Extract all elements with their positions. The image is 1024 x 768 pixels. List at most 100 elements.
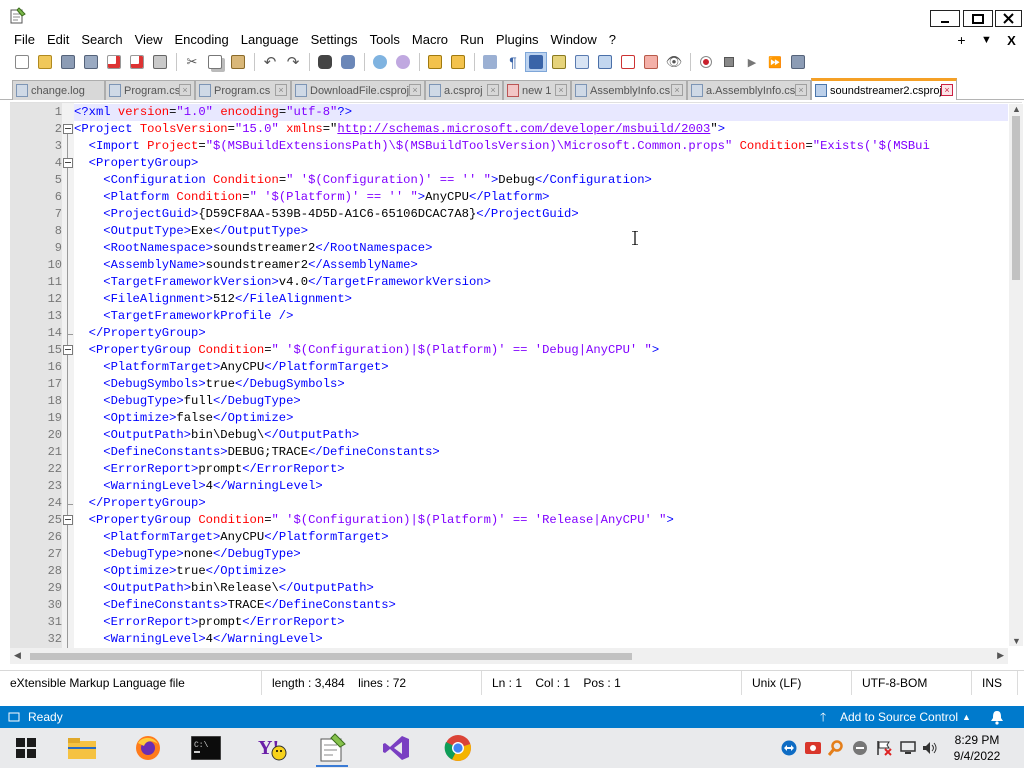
scroll-left-icon[interactable]: ◀	[14, 650, 21, 661]
copy-button[interactable]	[204, 52, 226, 72]
new-file-button[interactable]	[11, 52, 33, 72]
menu-edit[interactable]: Edit	[41, 30, 75, 50]
teamviewer-tray-icon[interactable]	[781, 740, 797, 756]
code-line[interactable]: <DebugSymbols>true</DebugSymbols>	[74, 376, 1008, 393]
notepad-plus-plus-taskbar-button[interactable]	[316, 732, 348, 767]
code-line[interactable]: <TargetFrameworkProfile />	[74, 308, 1008, 325]
code-line[interactable]: <TargetFrameworkVersion>v4.0</TargetFram…	[74, 274, 1008, 291]
zoom-in-button[interactable]	[369, 52, 391, 72]
fold-toggle-icon[interactable]	[63, 345, 73, 355]
open-file-button[interactable]	[34, 52, 56, 72]
status-position[interactable]: Ln : 1 Col : 1 Pos : 1	[482, 671, 742, 695]
tab-a-assemblyinfo-cs[interactable]: a.AssemblyInfo.cs ×	[687, 80, 811, 100]
tab-close-icon[interactable]: ×	[671, 84, 683, 96]
code-line[interactable]: <DebugType>full</DebugType>	[74, 393, 1008, 410]
save-macro-button[interactable]	[787, 52, 809, 72]
visual-studio-taskbar-button[interactable]	[380, 732, 412, 764]
word-wrap-button[interactable]	[479, 52, 501, 72]
volume-tray-icon[interactable]	[922, 740, 938, 756]
folder-as-workspace-button[interactable]	[640, 52, 662, 72]
code-line[interactable]: <DebugType>none</DebugType>	[74, 546, 1008, 563]
menu-encoding[interactable]: Encoding	[169, 30, 235, 50]
flag-tray-icon[interactable]	[876, 740, 892, 756]
windows-start-button[interactable]	[10, 732, 42, 764]
code-line[interactable]: <AssemblyName>soundstreamer2</AssemblyNa…	[74, 257, 1008, 274]
taskbar-clock[interactable]: 8:29 PM 9/4/2022	[944, 732, 1010, 764]
menu-language[interactable]: Language	[235, 30, 305, 50]
menu-file[interactable]: File	[0, 30, 41, 50]
code-line[interactable]: <PlatformTarget>AnyCPU</PlatformTarget>	[74, 529, 1008, 546]
status-encoding[interactable]: UTF-8-BOM	[852, 671, 972, 695]
code-line[interactable]: <Optimize>true</Optimize>	[74, 563, 1008, 580]
vertical-scrollbar[interactable]: ▲ ▼	[1009, 104, 1023, 646]
fold-toggle-icon[interactable]	[63, 158, 73, 168]
code-line[interactable]: </PropertyGroup>	[74, 495, 1008, 512]
code-editor[interactable]: 1 2 3 4 5 6 7 8 9 10 11 12 13 14 15 16 17 18 19 20 21 22 23 24 2…	[10, 102, 1022, 648]
network-tray-icon[interactable]	[900, 740, 916, 756]
code-line[interactable]: </PropertyGroup>	[74, 325, 1008, 342]
status-tray-icon[interactable]	[852, 740, 868, 756]
code-line[interactable]: <?xml version="1.0" encoding="utf-8"?>	[74, 104, 1008, 121]
code-area[interactable]: <?xml version="1.0" encoding="utf-8"?> <P…	[74, 103, 1008, 648]
vertical-scroll-thumb[interactable]	[1012, 116, 1020, 280]
tab-close-icon[interactable]: ×	[795, 84, 807, 96]
sync-vertical-button[interactable]	[424, 52, 446, 72]
monitoring-button[interactable]: 👁	[663, 52, 685, 72]
tab-downloadfile-csproj[interactable]: DownloadFile.csproj ×	[291, 80, 425, 100]
save-button[interactable]	[57, 52, 79, 72]
redo-button[interactable]: ↷	[282, 52, 304, 72]
search-tray-icon[interactable]	[828, 740, 844, 756]
tab-program-cs-2[interactable]: Program.cs ×	[195, 80, 291, 100]
minimize-button[interactable]	[930, 10, 960, 27]
yahoo-messenger-taskbar-button[interactable]: Y!	[256, 732, 288, 764]
code-line[interactable]: <Platform Condition=" '$(Platform)' == '…	[74, 189, 1008, 206]
play-macro-button[interactable]: ▶	[741, 52, 763, 72]
menu-macro[interactable]: Macro	[406, 30, 454, 50]
code-line[interactable]: <Optimize>false</Optimize>	[74, 410, 1008, 427]
tab-assemblyinfo-cs[interactable]: AssemblyInfo.cs ×	[571, 80, 687, 100]
tab-a-csproj[interactable]: a.csproj ×	[425, 80, 503, 100]
tab-new-1[interactable]: new 1 ×	[503, 80, 571, 100]
code-line[interactable]: <OutputPath>bin\Release\</OutputPath>	[74, 580, 1008, 597]
menu-search[interactable]: Search	[75, 30, 128, 50]
show-all-characters-button[interactable]: ¶	[502, 52, 524, 72]
status-eol[interactable]: Unix (LF)	[742, 671, 852, 695]
tab-program-cs[interactable]: Program.cs ×	[105, 80, 195, 100]
maximize-button[interactable]	[963, 10, 993, 27]
document-map-button[interactable]	[571, 52, 593, 72]
code-line[interactable]: <ErrorReport>prompt</ErrorReport>	[74, 614, 1008, 631]
code-line[interactable]: <PropertyGroup Condition=" '$(Configurat…	[74, 512, 1008, 529]
menu-plugins[interactable]: Plugins	[490, 30, 545, 50]
code-line[interactable]: <ProjectGuid>{D59CF8AA-539B-4D5D-A1C6-65…	[74, 206, 1008, 223]
title-bar[interactable]	[0, 0, 1024, 30]
undo-button[interactable]: ↶	[259, 52, 281, 72]
code-line[interactable]: <Project ToolsVersion="15.0" xmlns="http…	[74, 121, 1008, 138]
close-file-button[interactable]	[103, 52, 125, 72]
close-document-button[interactable]: X	[999, 33, 1024, 48]
tab-close-icon[interactable]: ×	[941, 84, 953, 96]
save-all-button[interactable]	[80, 52, 102, 72]
code-line[interactable]: <PlatformTarget>AnyCPU</PlatformTarget>	[74, 359, 1008, 376]
code-line[interactable]: <Import Project="$(MSBuildExtensionsPath…	[74, 138, 1008, 155]
code-line[interactable]: <PropertyGroup>	[74, 155, 1008, 172]
file-explorer-taskbar-button[interactable]	[66, 732, 98, 764]
code-line[interactable]: <FileAlignment>512</FileAlignment>	[74, 291, 1008, 308]
code-line[interactable]: <WarningLevel>4</WarningLevel>	[74, 631, 1008, 648]
print-button[interactable]	[149, 52, 171, 72]
fold-toggle-icon[interactable]	[63, 124, 73, 134]
tab-close-icon[interactable]: ×	[487, 84, 499, 96]
horizontal-scrollbar[interactable]: ◀ ▶	[10, 648, 1008, 664]
code-line[interactable]: <WarningLevel>4</WarningLevel>	[74, 478, 1008, 495]
tab-change-log[interactable]: change.log	[12, 80, 105, 100]
sync-horizontal-button[interactable]	[447, 52, 469, 72]
replace-button[interactable]	[337, 52, 359, 72]
zoom-out-button[interactable]	[392, 52, 414, 72]
new-tab-button[interactable]: +	[949, 32, 974, 48]
run-macro-multiple-button[interactable]: ⏩	[764, 52, 786, 72]
menu-help[interactable]: ?	[603, 30, 622, 50]
tab-close-icon[interactable]: ×	[409, 84, 421, 96]
indent-guide-button[interactable]	[525, 52, 547, 72]
code-line[interactable]: <RootNamespace>soundstreamer2</RootNames…	[74, 240, 1008, 257]
close-all-button[interactable]	[126, 52, 148, 72]
menu-window[interactable]: Window	[545, 30, 603, 50]
